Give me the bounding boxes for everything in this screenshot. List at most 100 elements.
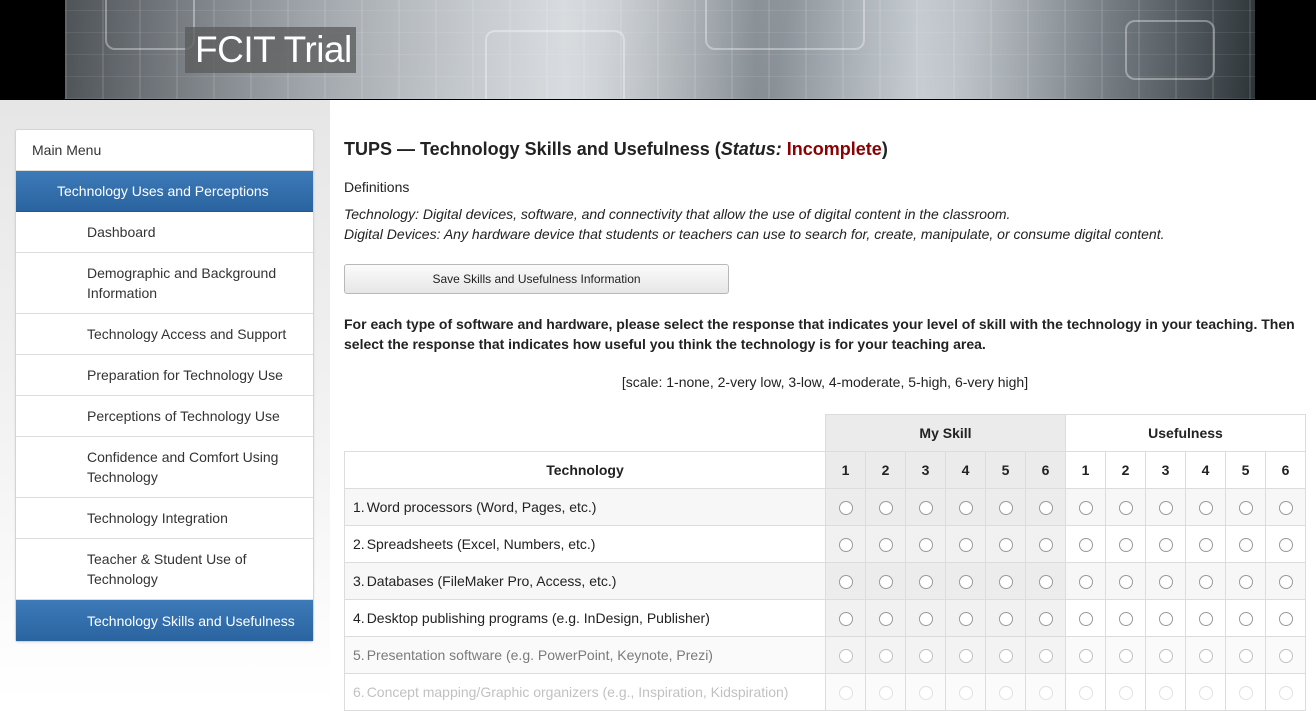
- skill-radio-1[interactable]: [838, 686, 853, 701]
- usefulness-radio-2[interactable]: [1118, 649, 1133, 664]
- skill-radio-3[interactable]: [918, 686, 933, 701]
- sidebar-item-access-support[interactable]: Technology Access and Support: [16, 314, 313, 355]
- skill-radio-6[interactable]: [1038, 575, 1053, 590]
- usefulness-radio-6[interactable]: [1278, 538, 1293, 553]
- skill-radio-1[interactable]: [838, 575, 853, 590]
- usefulness-radio-1[interactable]: [1078, 501, 1093, 516]
- radio-cell: [1065, 562, 1106, 600]
- usefulness-radio-2[interactable]: [1118, 538, 1133, 553]
- skill-radio-1[interactable]: [838, 501, 853, 516]
- usefulness-radio-6[interactable]: [1278, 575, 1293, 590]
- usefulness-radio-6[interactable]: [1278, 612, 1293, 627]
- usefulness-radio-1[interactable]: [1078, 649, 1093, 664]
- usefulness-radio-3[interactable]: [1158, 649, 1173, 664]
- skill-radio-6[interactable]: [1038, 649, 1053, 664]
- usefulness-radio-3[interactable]: [1158, 538, 1173, 553]
- skill-radio-2[interactable]: [878, 612, 893, 627]
- usefulness-radio-1[interactable]: [1078, 575, 1093, 590]
- radio-cell: [825, 599, 866, 637]
- radio-cell: [985, 525, 1026, 563]
- save-button[interactable]: Save Skills and Usefulness Information: [344, 264, 729, 294]
- usefulness-radio-5[interactable]: [1238, 575, 1253, 590]
- site-title[interactable]: FCIT Trial: [195, 29, 352, 71]
- skill-radio-2[interactable]: [878, 686, 893, 701]
- usefulness-radio-5[interactable]: [1238, 501, 1253, 516]
- sidebar-item-demographic[interactable]: Demographic and Background Information: [16, 253, 313, 314]
- radio-cell: [985, 488, 1026, 526]
- sidebar-item-integration[interactable]: Technology Integration: [16, 498, 313, 539]
- usefulness-radio-5[interactable]: [1238, 538, 1253, 553]
- usefulness-radio-6[interactable]: [1278, 501, 1293, 516]
- usefulness-radio-4[interactable]: [1198, 686, 1213, 701]
- skill-radio-2[interactable]: [878, 649, 893, 664]
- skill-radio-1[interactable]: [838, 538, 853, 553]
- usefulness-radio-2[interactable]: [1118, 686, 1133, 701]
- skill-radio-5[interactable]: [998, 575, 1013, 590]
- skill-radio-6[interactable]: [1038, 686, 1053, 701]
- radio-cell: [865, 488, 906, 526]
- skill-radio-1[interactable]: [838, 649, 853, 664]
- usefulness-radio-4[interactable]: [1198, 538, 1213, 553]
- radio-cell: [865, 636, 906, 674]
- skill-radio-6[interactable]: [1038, 612, 1053, 627]
- radio-cell: [1145, 636, 1186, 674]
- usefulness-radio-1[interactable]: [1078, 538, 1093, 553]
- usefulness-radio-2[interactable]: [1118, 612, 1133, 627]
- usefulness-radio-5[interactable]: [1238, 649, 1253, 664]
- skill-radio-2[interactable]: [878, 538, 893, 553]
- sidebar-item-perceptions[interactable]: Perceptions of Technology Use: [16, 396, 313, 437]
- skill-radio-2[interactable]: [878, 575, 893, 590]
- usefulness-radio-5[interactable]: [1238, 612, 1253, 627]
- sidebar-item-preparation[interactable]: Preparation for Technology Use: [16, 355, 313, 396]
- skill-radio-6[interactable]: [1038, 538, 1053, 553]
- sidebar-section-technology-uses[interactable]: Technology Uses and Perceptions: [16, 171, 313, 212]
- usefulness-radio-3[interactable]: [1158, 612, 1173, 627]
- usefulness-radio-4[interactable]: [1198, 575, 1213, 590]
- usefulness-radio-5[interactable]: [1238, 686, 1253, 701]
- usefulness-radio-6[interactable]: [1278, 686, 1293, 701]
- usefulness-radio-6[interactable]: [1278, 649, 1293, 664]
- skill-radio-5[interactable]: [998, 686, 1013, 701]
- radio-cell: [905, 636, 946, 674]
- sidebar-item-main-menu[interactable]: Main Menu: [16, 130, 313, 171]
- sidebar-item-confidence[interactable]: Confidence and Comfort Using Technology: [16, 437, 313, 498]
- sidebar-item-skills-usefulness[interactable]: Technology Skills and Usefulness: [16, 600, 313, 641]
- scale-legend: [scale: 1-none, 2-very low, 3-low, 4-mod…: [621, 374, 1029, 390]
- sidebar-item-dashboard[interactable]: Dashboard: [16, 212, 313, 253]
- skill-radio-2[interactable]: [878, 501, 893, 516]
- skill-radio-4[interactable]: [958, 686, 973, 701]
- skill-radio-5[interactable]: [998, 538, 1013, 553]
- column-header-skill-2: 2: [865, 451, 906, 489]
- skill-radio-6[interactable]: [1038, 501, 1053, 516]
- usefulness-radio-3[interactable]: [1158, 501, 1173, 516]
- skill-radio-3[interactable]: [918, 612, 933, 627]
- column-header-skill-6: 6: [1025, 451, 1066, 489]
- usefulness-radio-4[interactable]: [1198, 501, 1213, 516]
- skill-radio-5[interactable]: [998, 612, 1013, 627]
- skill-radio-5[interactable]: [998, 501, 1013, 516]
- skill-radio-3[interactable]: [918, 649, 933, 664]
- usefulness-radio-4[interactable]: [1198, 612, 1213, 627]
- skill-radio-3[interactable]: [918, 575, 933, 590]
- usefulness-radio-1[interactable]: [1078, 686, 1093, 701]
- skill-radio-4[interactable]: [958, 501, 973, 516]
- skill-radio-4[interactable]: [958, 538, 973, 553]
- usefulness-radio-4[interactable]: [1198, 649, 1213, 664]
- usefulness-radio-1[interactable]: [1078, 612, 1093, 627]
- skill-radio-4[interactable]: [958, 612, 973, 627]
- skill-radio-3[interactable]: [918, 538, 933, 553]
- usefulness-radio-3[interactable]: [1158, 575, 1173, 590]
- usefulness-radio-2[interactable]: [1118, 501, 1133, 516]
- radio-cell: [1225, 673, 1266, 711]
- skill-radio-1[interactable]: [838, 612, 853, 627]
- skill-radio-5[interactable]: [998, 649, 1013, 664]
- skill-radio-4[interactable]: [958, 649, 973, 664]
- radio-cell: [1025, 488, 1066, 526]
- usefulness-radio-2[interactable]: [1118, 575, 1133, 590]
- radio-cell: [1185, 673, 1226, 711]
- skill-radio-3[interactable]: [918, 501, 933, 516]
- column-header-skill-5: 5: [985, 451, 1026, 489]
- skill-radio-4[interactable]: [958, 575, 973, 590]
- usefulness-radio-3[interactable]: [1158, 686, 1173, 701]
- sidebar-item-teacher-student-use[interactable]: Teacher & Student Use of Technology: [16, 539, 313, 600]
